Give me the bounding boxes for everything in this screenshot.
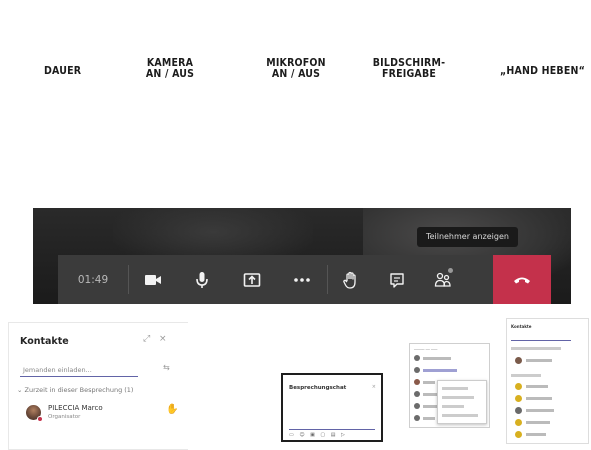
list-item [515, 419, 550, 426]
label-bildschirmfreigabe: BILDSCHIRM- FREIGABE [372, 57, 446, 80]
participants-section-header[interactable]: ⌄ Zurzeit in dieser Besprechung (1) [17, 386, 133, 394]
presence-dot [37, 416, 43, 422]
list-item [414, 402, 437, 410]
participants-button[interactable] [420, 255, 466, 304]
kontakte-panel: Kontakte ⤢ × Jemanden einladen... ⇆ ⌄ Zu… [8, 322, 188, 450]
list-item [414, 378, 435, 386]
list-item [515, 357, 552, 364]
camera-button[interactable] [129, 255, 177, 304]
panel-section [511, 374, 541, 377]
microphone-icon [196, 271, 208, 288]
list-item [515, 431, 546, 438]
share-screen-button[interactable] [227, 255, 277, 304]
meeting-toolbar: 01:49 [58, 255, 551, 304]
label-dauer: DAUER [44, 65, 82, 77]
call-duration: 01:49 [77, 273, 109, 286]
kontakte-thumbnail: Kontakte [506, 318, 589, 444]
kontakte-title: Kontakte [20, 336, 69, 347]
chat-title: Besprechungschat [289, 385, 347, 391]
participant-list-thumbnail: ───── ── ─── [409, 343, 490, 428]
list-item [515, 395, 552, 402]
close-icon[interactable]: × [159, 334, 167, 344]
microphone-button[interactable] [177, 255, 227, 304]
chat-format-icons: ▭ ☺ ▣ ▢ ▤ ▷ [289, 432, 347, 438]
chat-input [289, 421, 375, 430]
popout-icon[interactable]: ⤢ [143, 334, 150, 344]
video-camera-icon [145, 274, 161, 285]
hang-up-icon [514, 277, 530, 283]
list-item [414, 414, 435, 422]
chat-icon [390, 272, 404, 288]
chat-thumbnail: Besprechungschat × ▭ ☺ ▣ ▢ ▤ ▷ [281, 373, 383, 442]
panel-input [511, 335, 571, 341]
participants-tooltip: Teilnehmer anzeigen [417, 227, 518, 247]
label-kamera: KAMERA AN / AUS [145, 57, 195, 80]
chat-button[interactable] [374, 255, 420, 304]
list-header: ───── ── ─── [414, 348, 438, 352]
label-mikrofon: MIKROFON AN / AUS [266, 57, 326, 80]
invite-search-input[interactable]: Jemanden einladen... [20, 363, 138, 377]
list-item [515, 407, 554, 414]
list-item [414, 354, 451, 362]
panel-section [511, 347, 561, 350]
list-item [414, 390, 437, 398]
more-options-button[interactable] [277, 255, 327, 304]
list-item [515, 383, 548, 390]
panel-title: Kontakte [511, 324, 532, 329]
hang-up-button[interactable] [493, 255, 551, 304]
list-item [414, 366, 457, 374]
participant-name: PILECCIA Marco [48, 404, 103, 412]
participants-badge [448, 268, 453, 273]
more-dots-icon [294, 277, 310, 282]
context-menu [437, 380, 487, 424]
raised-hand-icon: ✋ [166, 404, 179, 415]
share-screen-icon [243, 272, 261, 287]
label-hand-heben: „HAND HEBEN“ [500, 65, 585, 77]
close-icon: × [371, 384, 376, 390]
share-invite-icon[interactable]: ⇆ [163, 363, 170, 372]
raise-hand-button[interactable] [328, 255, 374, 304]
participant-role: Organisator [48, 414, 81, 420]
hand-icon [343, 271, 356, 289]
